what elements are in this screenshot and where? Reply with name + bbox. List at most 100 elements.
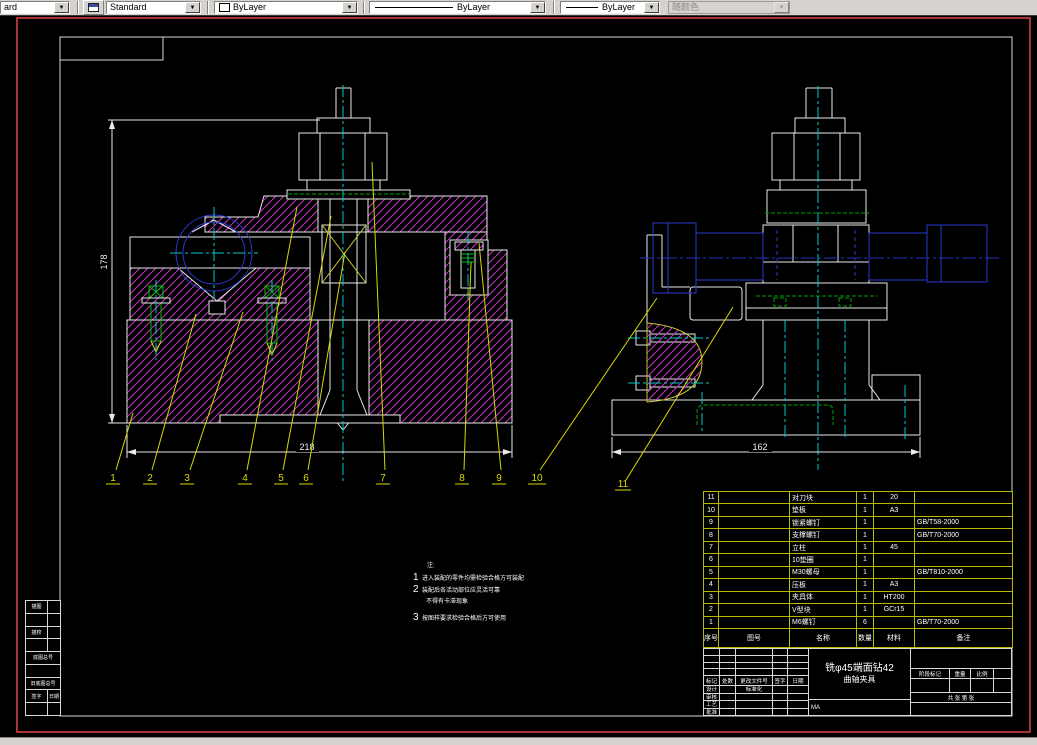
bracket-boss (646, 322, 703, 403)
dim-style-combo[interactable]: ard ▼ (0, 1, 70, 14)
grid-cell (773, 701, 787, 708)
chevron-down-icon: ▼ (774, 2, 789, 13)
dim-side-width: 162 (752, 442, 767, 452)
grid-cell (773, 693, 787, 700)
rev-header: 标记 (704, 676, 719, 685)
balloon-8: 8 (459, 473, 465, 484)
strip-label: 描校 (26, 626, 47, 639)
note-text-cont: 不得有卡滞现象 (426, 599, 469, 605)
bom-cell-no: 11 (704, 492, 718, 504)
bom-cell-material: GCr15 (874, 604, 914, 616)
balloon-3: 3 (184, 473, 190, 484)
lineweight-combo[interactable]: ByLayer ▼ (560, 1, 660, 14)
grid-cell (48, 626, 60, 639)
bom-header: 备注 (915, 628, 1012, 647)
bom-cell-dwg (719, 554, 789, 566)
bom-cell-no: 10 (704, 504, 718, 516)
bom-cell-material (874, 516, 914, 529)
bom-cell-qty: 1 (857, 541, 873, 554)
bom-cell-name: 垫板 (790, 504, 856, 516)
chevron-down-icon[interactable]: ▼ (644, 2, 659, 13)
stage-box (971, 679, 993, 692)
bom-cell-no: 1 (704, 616, 718, 628)
balloon-7: 7 (380, 473, 386, 484)
bom-cell-dwg (719, 579, 789, 591)
text-style-button[interactable] (83, 0, 104, 15)
rev-cell (773, 669, 787, 675)
grid-cell (788, 701, 808, 708)
toolbar: ard ▼ Standard ▼ ByLayer ▼ ByLayer ▼ ByL… (0, 0, 1037, 16)
grid-cell (720, 701, 735, 708)
bom-cell-no: 3 (704, 591, 718, 604)
role-label: 批准 (704, 708, 719, 715)
rev-cell (788, 662, 808, 669)
plot-style-combo: 随颜色 ▼ (668, 1, 790, 14)
bom-cell-name: 支撑螺钉 (790, 529, 856, 541)
front-view (126, 87, 513, 431)
toolbar-separator (553, 1, 555, 14)
chevron-down-icon[interactable]: ▼ (530, 2, 545, 13)
bom-cell-no: 8 (704, 529, 718, 541)
stage-label: 比例 (971, 669, 993, 678)
grid-cell (736, 693, 772, 700)
linetype-value: ByLayer (457, 2, 491, 12)
rev-header: 处数 (720, 676, 735, 685)
note-text: 装配后各活动部位应灵活可靠 (422, 588, 501, 594)
balloon-1: 1 (110, 473, 116, 484)
bom-cell-dwg (719, 529, 789, 541)
note-number: 2 (413, 584, 419, 595)
color-value: ByLayer (233, 2, 267, 12)
grid-cell (788, 686, 808, 693)
stage-bottom (911, 703, 1011, 715)
margin-strip-table: 描图 描校 底图总号 旧底图总号 签字 日期 (25, 600, 61, 716)
bom-header: 序号 (704, 628, 718, 647)
strip-label: 旧底图总号 (26, 677, 60, 690)
bom-cell-name: M6螺钉 (790, 616, 856, 628)
rev-cell (704, 662, 719, 669)
bom-cell-name: 夹具体 (790, 591, 856, 604)
strip-label: 描图 (26, 601, 47, 613)
stage-label: 阶段标记 (911, 669, 949, 678)
strip-label (26, 639, 47, 652)
chevron-down-icon[interactable]: ▼ (54, 2, 69, 13)
sheet-cell: 共 张 第 张 (911, 693, 1011, 702)
bom-cell-dwg (719, 566, 789, 579)
strip-label: 底图总号 (26, 652, 60, 664)
balloon-5: 5 (278, 473, 284, 484)
strip-sign: 签字 (26, 690, 47, 703)
grid-cell (48, 639, 60, 652)
bom-cell-material: 45 (874, 541, 914, 554)
bom-cell-material (874, 529, 914, 541)
dim-front-height: 178 (99, 254, 109, 269)
balloon-4: 4 (242, 473, 248, 484)
balloon-labels: 1 2 3 4 5 6 7 8 9 10 11 (110, 473, 628, 490)
bom-cell-note (915, 541, 1012, 554)
bom-cell-material (874, 554, 914, 566)
drawing-title: 铣φ45端面钻42 曲轴夹具 (809, 649, 910, 699)
text-style-combo[interactable]: Standard ▼ (106, 1, 201, 14)
rev-cell (720, 655, 735, 662)
bom-cell-qty: 1 (857, 604, 873, 616)
stage-box (994, 679, 1011, 692)
bom-header: 数量 (857, 628, 873, 647)
color-swatch-icon (219, 3, 230, 12)
bom-cell-name: M30螺母 (790, 566, 856, 579)
linetype-combo[interactable]: ByLayer ▼ (369, 1, 546, 14)
grid-cell (773, 708, 787, 715)
rev-cell (773, 655, 787, 662)
color-combo[interactable]: ByLayer ▼ (214, 1, 358, 14)
bom-cell-name: 立柱 (790, 541, 856, 554)
rev-cell (736, 662, 772, 669)
strip-label (26, 613, 47, 626)
bom-cell-qty: 1 (857, 516, 873, 529)
rev-cell (720, 649, 735, 655)
grid-cell (48, 703, 60, 715)
stage-blank (911, 649, 1011, 668)
role-label: 工艺 (704, 701, 719, 708)
bom-cell-note (915, 591, 1012, 604)
table-style-icon (88, 3, 99, 12)
rev-header: 签字 (773, 676, 787, 685)
chevron-down-icon[interactable]: ▼ (342, 2, 357, 13)
bom-cell-note: GB/T58-2000 (915, 516, 1012, 529)
chevron-down-icon[interactable]: ▼ (185, 2, 200, 13)
